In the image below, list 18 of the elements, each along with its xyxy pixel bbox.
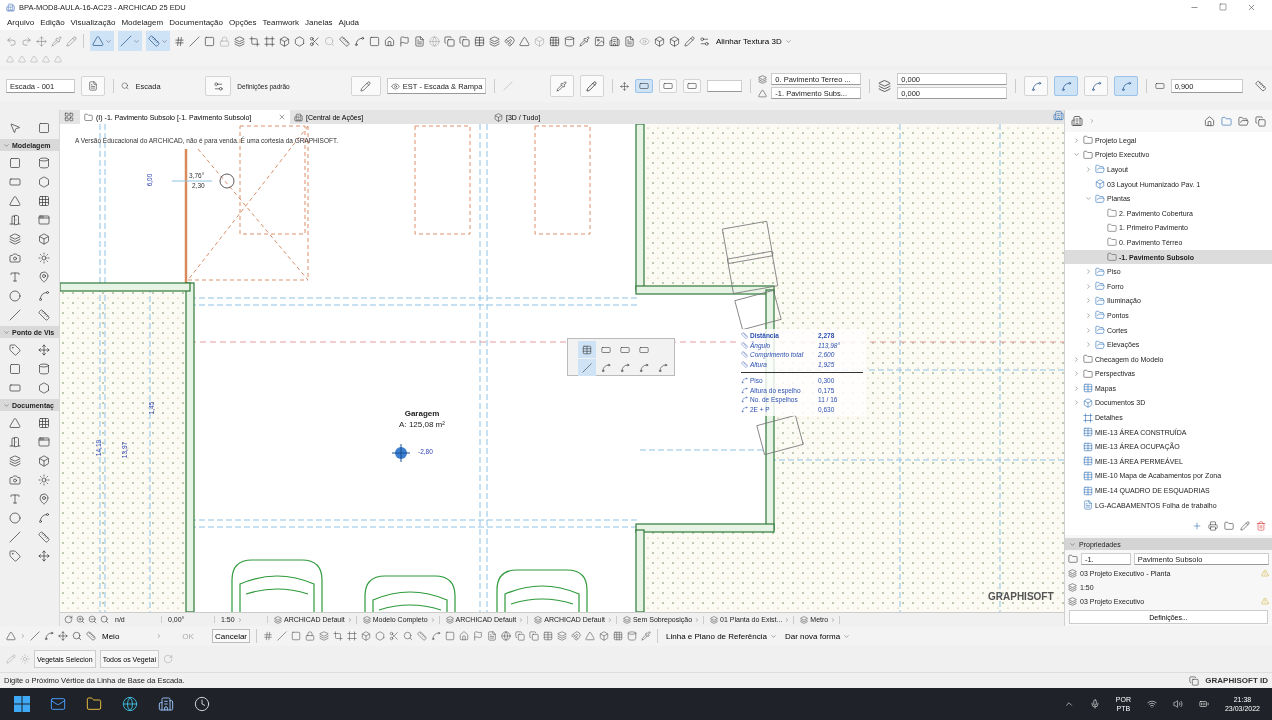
menu-item[interactable]: Documentação bbox=[166, 17, 226, 27]
menu-item[interactable]: Ajuda bbox=[335, 17, 363, 27]
menu-item[interactable]: Modelagem bbox=[118, 17, 167, 27]
reshape-dropdown[interactable]: Dar nova forma bbox=[783, 631, 853, 641]
menu-item[interactable]: Janelas bbox=[302, 17, 336, 27]
room-name: Garagem bbox=[404, 409, 440, 418]
menu-item[interactable]: Teamwork bbox=[259, 17, 303, 27]
menu-item[interactable]: Arquivo bbox=[4, 17, 38, 27]
snap-option-dropdown[interactable]: Meio bbox=[100, 631, 164, 641]
cancel-button[interactable]: Cancelar bbox=[212, 629, 250, 643]
menu-item[interactable]: Edição bbox=[37, 17, 68, 27]
menu-item[interactable]: Opções bbox=[226, 17, 260, 27]
room-area: A: 125,08 m² bbox=[399, 420, 445, 429]
align-texture-button[interactable]: Alinhar Textura 3D bbox=[714, 36, 794, 46]
reference-dropdown[interactable]: Linha e Plano de Referência bbox=[664, 631, 779, 641]
menu-item[interactable]: Visualização bbox=[67, 17, 119, 27]
graphisoft-id-link[interactable]: GRAPHISOFT ID bbox=[1205, 676, 1268, 685]
brand-watermark: GRAPHISOFT bbox=[988, 591, 1054, 602]
